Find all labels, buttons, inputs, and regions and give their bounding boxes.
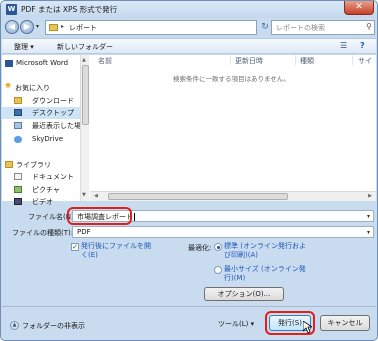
column-divider[interactable] (230, 55, 231, 65)
word-icon (5, 60, 13, 67)
tools-label: ツール(L) (218, 320, 249, 328)
view-options-icon[interactable]: ☰ (340, 41, 347, 50)
tools-dropdown-icon: ▾ (250, 320, 255, 328)
empty-message: 検索条件に一致する項目はありません。 (173, 75, 290, 83)
scroll-down-arrow-icon[interactable]: ▼ (82, 192, 86, 198)
sidebar-item-documents[interactable]: ドキュメント (2, 171, 80, 183)
title-bar: W PDF または XPS 形式で発行 ✕ (1, 1, 377, 18)
recent-places-icon (14, 122, 22, 129)
file-list: 名前 更新日時 種類 サイ 検索条件に一致する項目はありません。 ◀ ▶ (90, 55, 376, 201)
folder-icon (49, 24, 58, 31)
file-list-horizontal-scrollbar[interactable]: ◀ ▶ (90, 191, 376, 201)
sidebar-item-label: ライブラリ (16, 161, 51, 169)
scroll-right-arrow-icon[interactable]: ▶ (368, 193, 372, 199)
hide-folders-link[interactable]: フォルダーの非表示 (22, 321, 85, 331)
sidebar-item-label: ピクチャ (32, 186, 60, 194)
column-header-type[interactable]: 種類 (300, 56, 314, 66)
filetype-value: PDF (77, 228, 91, 236)
sidebar-item-label: Microsoft Word (16, 59, 69, 67)
open-after-publish-checkbox[interactable]: ✓ (71, 243, 79, 251)
cancel-button[interactable]: キャンセル (320, 315, 370, 331)
sidebar-item-skydrive[interactable]: SkyDrive (2, 134, 80, 146)
column-header-name[interactable]: 名前 (98, 56, 112, 66)
sidebar-item-label: 最近表示した場所 (32, 122, 80, 130)
navigation-pane-scrollbar[interactable]: ▲ ▼ (80, 55, 89, 201)
filetype-select[interactable]: PDF ▾ (72, 226, 374, 238)
sidebar-item-downloads[interactable]: ダウンロード (2, 95, 80, 107)
breadcrumb-chevron-icon[interactable]: ▸ (61, 23, 64, 30)
filename-dropdown-icon[interactable]: ▾ (367, 213, 370, 220)
sidebar-item-favorites[interactable]: ★ お気に入り (2, 82, 80, 94)
filetype-dropdown-icon[interactable]: ▾ (367, 229, 370, 236)
sidebar-item-label: デスクトップ (32, 109, 74, 117)
tools-menu[interactable]: ツール(L) ▾ (218, 319, 254, 329)
column-header-size[interactable]: サイ (358, 56, 372, 66)
column-header-modified[interactable]: 更新日時 (235, 56, 263, 66)
sidebar-item-label: お気に入り (15, 84, 50, 92)
optimize-minimum-label[interactable]: 最小サイズ (オンライン発行)(M) (224, 265, 306, 283)
filetype-label: ファイルの種類(T): (12, 229, 74, 237)
sidebar-item-videos[interactable]: ビデオ (2, 196, 80, 208)
refresh-icon[interactable]: ↻ (259, 20, 271, 35)
scroll-left-arrow-icon[interactable]: ◀ (94, 193, 98, 199)
skydrive-icon (14, 136, 22, 143)
search-input[interactable]: レポートの検索 ⚲ (271, 20, 375, 35)
scroll-up-arrow-icon[interactable]: ▲ (82, 57, 86, 63)
column-divider[interactable] (352, 55, 353, 65)
publish-dialog: W PDF または XPS 形式で発行 ✕ ◀ ▶ ▾ ▸ レポート ▾ ↻ レ… (0, 0, 378, 341)
forward-button[interactable]: ▶ (20, 20, 34, 34)
new-folder-button[interactable]: 新しいフォルダー (57, 42, 113, 52)
pictures-icon (14, 186, 22, 193)
close-button[interactable]: ✕ (344, 1, 374, 15)
text-caret (134, 213, 135, 221)
sidebar-item-label: ビデオ (32, 198, 53, 206)
sidebar-item-label: ドキュメント (32, 173, 74, 181)
word-app-icon: W (6, 4, 17, 15)
sidebar-item-microsoft-word[interactable]: Microsoft Word (2, 58, 80, 70)
collapse-arrow-icon[interactable]: ▲ (10, 321, 19, 330)
mouse-pointer-icon (303, 321, 312, 334)
filename-highlight-ring (67, 207, 132, 225)
back-arrow-icon: ◀ (8, 22, 16, 31)
window-title: PDF または XPS 形式で発行 (21, 5, 118, 14)
video-icon (14, 198, 22, 205)
footer-divider (2, 306, 376, 307)
sidebar-item-label: SkyDrive (32, 135, 64, 143)
documents-icon (14, 173, 22, 180)
desktop-icon (14, 109, 22, 116)
navigation-pane: Microsoft Word ★ お気に入り ダウンロード デスクトップ 最近表… (2, 55, 80, 206)
column-divider[interactable] (295, 55, 296, 65)
options-button[interactable]: オプション(O)... (204, 287, 284, 301)
browser-pane: Microsoft Word ★ お気に入り ダウンロード デスクトップ 最近表… (2, 55, 376, 206)
star-icon: ★ (4, 82, 13, 91)
breadcrumb-current-folder[interactable]: レポート (69, 23, 97, 33)
optimize-minimum-radio[interactable] (214, 266, 222, 274)
download-folder-icon (14, 97, 22, 104)
sidebar-item-label: ダウンロード (32, 97, 74, 105)
help-icon[interactable]: ? (360, 41, 365, 50)
open-after-publish-label[interactable]: 発行後にファイルを開く(E) (81, 242, 156, 260)
sidebar-item-libraries[interactable]: ライブラリ (2, 159, 80, 171)
address-bar[interactable]: ▸ レポート ▾ (45, 20, 277, 35)
sidebar-item-recent-places[interactable]: 最近表示した場所 (2, 120, 80, 132)
library-icon (5, 161, 13, 168)
optimize-standard-label[interactable]: 標準 (オンライン発行および印刷)(A) (224, 242, 306, 260)
command-toolbar: 整理 ▾ 新しいフォルダー ☰ ? (2, 38, 376, 54)
optimize-standard-radio[interactable] (214, 243, 222, 251)
scrollbar-thumb[interactable] (82, 65, 89, 125)
search-placeholder: レポートの検索 (276, 24, 325, 32)
scrollbar-thumb[interactable] (108, 193, 288, 200)
back-button[interactable]: ◀ (5, 20, 19, 34)
navigation-bar: ◀ ▶ ▾ ▸ レポート ▾ ↻ レポートの検索 ⚲ (1, 18, 377, 37)
optimize-label: 最適化: (188, 244, 212, 252)
organize-menu[interactable]: 整理 ▾ (14, 42, 34, 52)
search-icon[interactable]: ⚲ (366, 22, 372, 31)
sidebar-item-pictures[interactable]: ピクチャ (2, 184, 80, 196)
sidebar-item-desktop[interactable]: デスクトップ (2, 107, 80, 119)
recent-pages-dropdown[interactable]: ▾ (36, 23, 39, 30)
forward-arrow-icon: ▶ (23, 22, 31, 31)
